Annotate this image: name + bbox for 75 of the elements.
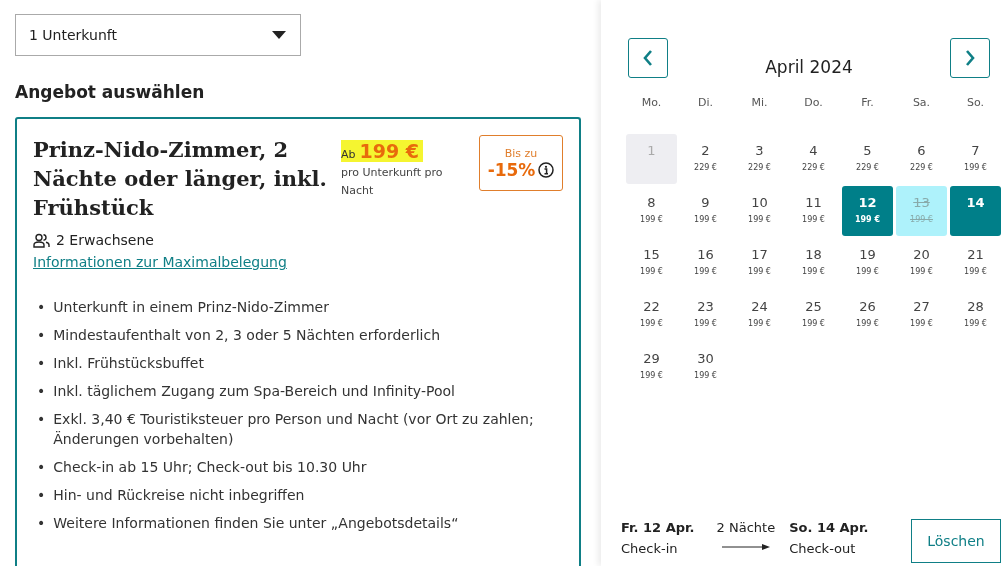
weekday-label: Mo. [640,95,663,111]
feature-item: Hin- und Rückreise nicht inbegriffen [53,486,305,505]
people-icon [33,232,50,248]
calendar-day[interactable]: 4 229 € [788,134,839,184]
discount-badge: Bis zu -15% [479,135,563,191]
feature-item: Inkl. täglichem Zugang zum Spa-Bereich und Infinity-Pool [53,382,455,401]
weekday-label: Sa. [911,95,932,111]
offer-title: Prinz-Nido-Zimmer, 2 Nächte oder länger, inkl. Frühstück [33,136,328,222]
calendar-day[interactable]: 6 229 € [896,134,947,184]
bullet-mark: • [37,410,46,429]
guests-text: 2 Erwachsene [56,232,154,248]
calendar-day[interactable]: 10 199 € [734,186,785,236]
calendar-day[interactable]: 20 199 € [896,238,947,288]
checkout-date: So. 14 Apr. [789,520,869,535]
bullet-mark: • [37,382,46,401]
month-title: April 2024 [765,57,853,77]
bullet-mark: • [37,354,46,373]
calendar-day[interactable]: 21 199 € [950,238,1001,288]
calendar-day[interactable]: 11 199 € [788,186,839,236]
calendar-day[interactable]: 18 199 € [788,238,839,288]
calendar-day[interactable]: 8 199 € [626,186,677,236]
calendar-day[interactable]: 24 199 € [734,290,785,340]
section-heading: Angebot auswählen [15,82,206,102]
calendar-day[interactable]: 25 199 € [788,290,839,340]
weekday-label: So. [966,95,985,111]
feature-item: Exkl. 3,40 € Touristiksteuer pro Person und Nacht (vor Ort zu zahlen; Änderungen vorbehalten) [53,410,535,449]
calendar-day[interactable]: 28 199 € [950,290,1001,340]
chevron-right-icon [964,49,976,67]
feature-item: Inkl. Frühstücksbuffet [53,354,204,373]
bullet-mark: • [37,326,46,345]
arrow-icon [721,544,770,550]
calendar-day[interactable]: 14 [950,186,1001,236]
calendar-day[interactable]: 30 199 € [680,342,731,392]
weekday-label: Di. [697,95,714,111]
bullet-mark: • [37,486,46,505]
feature-item: Check-in ab 15 Uhr; Check-out bis 10.30 Uhr [53,458,367,477]
calendar-day[interactable]: 12 199 € [842,186,893,236]
bullet-mark: • [37,514,46,533]
calendar-day[interactable]: 29 199 € [626,342,677,392]
feature-item: Unterkunft in einem Prinz-Nido-Zimmer [53,298,329,317]
caret-icon [272,31,286,39]
calendar-day[interactable]: 5 229 € [842,134,893,184]
checkin-date: Fr. 12 Apr. [621,520,695,535]
weekday-label: Fr. [860,95,875,111]
bullet-mark: • [37,298,46,317]
previous-month-button[interactable] [628,38,668,78]
next-month-button[interactable] [950,38,990,78]
clear-button[interactable]: Löschen [911,519,1001,563]
checkout-label: Check-out [789,541,857,556]
calendar-day[interactable]: 22 199 € [626,290,677,340]
price-note: pro Unterkunft pro Nacht [341,165,444,199]
calendar-day[interactable]: 2 229 € [680,134,731,184]
nights-count: 2 Nächte [716,520,776,535]
calendar-day[interactable]: 7 199 € [950,134,1001,184]
feature-item: Weitere Informationen finden Sie unter „Angebotsdetails“ [53,514,459,533]
info-icon[interactable] [538,161,555,178]
feature-item: Mindestaufenthalt von 2, 3 oder 5 Nächten erforderlich [53,326,441,345]
weekday-label: Do. [803,95,824,111]
calendar-day[interactable]: 17 199 € [734,238,785,288]
weekday-label: Mi. [750,95,769,111]
calendar-day[interactable]: 3 229 € [734,134,785,184]
occupancy-link[interactable]: Informationen zur Maximalbelegung [33,254,287,270]
calendar-day[interactable]: 23 199 € [680,290,731,340]
calendar-day[interactable]: 16 199 € [680,238,731,288]
price-label: Ab 199 € [341,140,423,162]
accommodation-dropdown[interactable]: 1 Unterkunft [15,14,301,56]
chevron-left-icon [642,49,654,67]
offer-card[interactable] [15,117,581,566]
calendar-day[interactable]: 19 199 € [842,238,893,288]
bullet-mark: • [37,458,46,477]
calendar-day[interactable]: 27 199 € [896,290,947,340]
calendar-day[interactable]: 9 199 € [680,186,731,236]
calendar-day[interactable]: 26 199 € [842,290,893,340]
calendar-day[interactable]: 15 199 € [626,238,677,288]
checkin-label: Check-in [621,541,679,556]
